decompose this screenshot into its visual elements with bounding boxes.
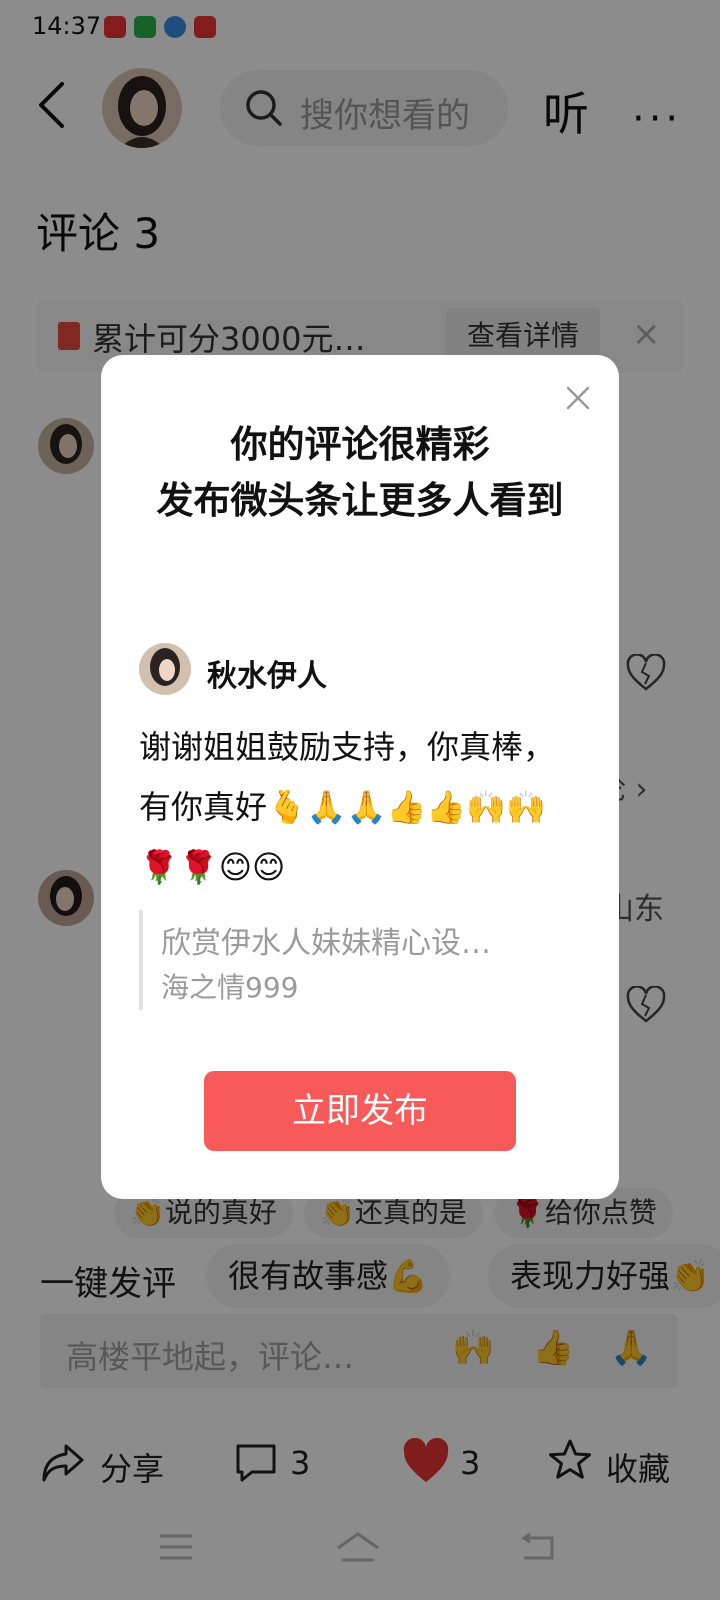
- close-icon[interactable]: [563, 383, 593, 413]
- publish-button[interactable]: 立即发布: [204, 1071, 516, 1151]
- comment-text: 谢谢姐姐鼓励支持，你真棒，有你真好🫰🙏🙏👍👍🙌🙌🌹🌹😊😊: [139, 728, 556, 886]
- dialog-title-line1: 你的评论很精彩: [230, 423, 490, 466]
- author-name: 秋水伊人: [207, 659, 327, 694]
- quoted-post: 欣赏伊水人妹妹精心设… 海之情999: [139, 910, 583, 1010]
- dialog-title: 你的评论很精彩 发布微头条让更多人看到: [131, 417, 589, 529]
- publish-dialog: 你的评论很精彩 发布微头条让更多人看到 秋水伊人 谢谢姐姐鼓励支持，你真棒，有你…: [101, 355, 619, 1199]
- quoted-author: 海之情999: [161, 971, 299, 1004]
- dialog-title-line2: 发布微头条让更多人看到: [156, 479, 564, 522]
- author-avatar: [139, 643, 191, 695]
- quoted-text: 欣赏伊水人妹妹精心设…: [161, 926, 491, 961]
